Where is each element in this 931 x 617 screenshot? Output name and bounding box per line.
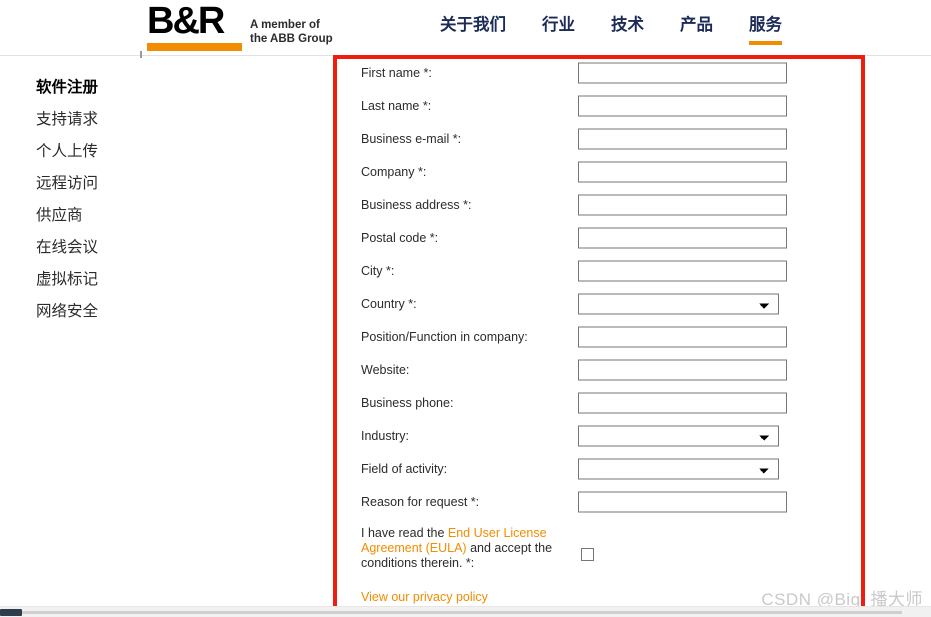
header-tick-mark [140, 51, 142, 58]
logo-orange-bar [147, 43, 242, 51]
scrollbar-thumb[interactable] [0, 609, 22, 616]
nav-item-services[interactable]: 服务 [749, 11, 782, 45]
label-first-name: First name *: [361, 65, 432, 80]
nav-item-technologies-label: 技术 [611, 16, 644, 34]
sidebar-item-remote-access[interactable]: 远程访问 [36, 168, 266, 200]
form-row-company: Company *: [361, 155, 831, 188]
control-business-email [578, 128, 787, 149]
form-row-business-email: Business e-mail *: [361, 122, 831, 155]
sidebar-item-personal-upload[interactable]: 个人上传 [36, 136, 266, 168]
control-field-of-activity [578, 458, 779, 479]
site-header: B&R A member of the ABB Group 关于我们 行业 技术… [0, 0, 931, 55]
postal-code-input[interactable] [578, 227, 787, 248]
country-select[interactable] [578, 293, 779, 314]
logo-tagline-line2: the ABB Group [250, 33, 333, 45]
logo-tagline-line1: A member of [250, 19, 320, 31]
control-company [578, 161, 787, 182]
reason-for-request-input[interactable] [578, 491, 787, 512]
first-name-input[interactable] [578, 62, 787, 83]
nav-item-products-label: 产品 [680, 16, 713, 34]
label-postal-code: Postal code *: [361, 230, 439, 245]
page-root: B&R A member of the ABB Group 关于我们 行业 技术… [0, 0, 931, 617]
control-business-phone [578, 392, 787, 413]
nav-item-about[interactable]: 关于我们 [440, 11, 506, 45]
form-row-business-address: Business address *: [361, 188, 831, 221]
label-field-of-activity: Field of activity: [361, 461, 448, 476]
field-of-activity-select[interactable] [578, 458, 779, 479]
nav-item-services-label: 服务 [749, 16, 782, 34]
control-first-name [578, 62, 787, 83]
sidebar-item-software-registration[interactable]: 软件注册 [36, 72, 266, 104]
software-registration-form: First name *: Last name *: Business e-ma… [361, 56, 831, 617]
nav-item-industries-label: 行业 [542, 16, 575, 34]
form-row-city: City *: [361, 254, 831, 287]
label-business-address: Business address *: [361, 197, 472, 212]
company-input[interactable] [578, 161, 787, 182]
label-website: Website: [361, 362, 410, 377]
label-industry: Industry: [361, 428, 409, 443]
control-postal-code [578, 227, 787, 248]
nav-item-about-label: 关于我们 [440, 16, 506, 34]
label-city: City *: [361, 263, 395, 278]
control-position [578, 326, 787, 347]
form-row-eula: I have read the End User License Agreeme… [361, 524, 831, 580]
main-navigation: 关于我们 行业 技术 产品 服务 [440, 11, 782, 45]
form-row-field-of-activity: Field of activity: [361, 452, 831, 485]
privacy-policy-link[interactable]: View our privacy policy [361, 590, 488, 604]
business-address-input[interactable] [578, 194, 787, 215]
form-row-website: Website: [361, 353, 831, 386]
label-reason-for-request: Reason for request *: [361, 494, 480, 509]
control-industry [578, 425, 779, 446]
eula-checkbox[interactable] [581, 548, 594, 561]
control-last-name [578, 95, 787, 116]
last-name-input[interactable] [578, 95, 787, 116]
form-row-country: Country *: [361, 287, 831, 320]
sidebar-item-supplier[interactable]: 供应商 [36, 200, 266, 232]
label-business-phone: Business phone: [361, 395, 454, 410]
control-business-address [578, 194, 787, 215]
logo-wordmark: B&R [147, 0, 225, 42]
nav-item-industries[interactable]: 行业 [542, 11, 575, 45]
label-country: Country *: [361, 296, 417, 311]
business-phone-input[interactable] [578, 392, 787, 413]
form-row-business-phone: Business phone: [361, 386, 831, 419]
brand-logo[interactable]: B&R [147, 2, 247, 52]
nav-item-products[interactable]: 产品 [680, 11, 713, 45]
sidebar-item-support-request[interactable]: 支持请求 [36, 104, 266, 136]
nav-item-technologies[interactable]: 技术 [611, 11, 644, 45]
sidebar-item-cyber-security[interactable]: 网络安全 [36, 296, 266, 328]
form-row-postal-code: Postal code *: [361, 221, 831, 254]
eula-consent-text: I have read the End User License Agreeme… [361, 526, 566, 571]
position-input[interactable] [578, 326, 787, 347]
form-row-last-name: Last name *: [361, 89, 831, 122]
horizontal-scrollbar[interactable] [0, 606, 931, 617]
form-row-first-name: First name *: [361, 56, 831, 89]
label-company: Company *: [361, 164, 427, 179]
service-sidebar: 软件注册 支持请求 个人上传 远程访问 供应商 在线会议 虚拟标记 网络安全 [36, 72, 266, 328]
sidebar-item-online-meeting[interactable]: 在线会议 [36, 232, 266, 264]
control-reason-for-request [578, 491, 787, 512]
form-row-position: Position/Function in company: [361, 320, 831, 353]
nav-active-underline [749, 41, 782, 45]
label-position: Position/Function in company: [361, 329, 528, 344]
website-input[interactable] [578, 359, 787, 380]
label-business-email: Business e-mail *: [361, 131, 462, 146]
control-website [578, 359, 787, 380]
sidebar-item-virtual-marking[interactable]: 虚拟标记 [36, 264, 266, 296]
industry-select[interactable] [578, 425, 779, 446]
city-input[interactable] [578, 260, 787, 281]
eula-text-before: I have read the [361, 526, 448, 540]
label-last-name: Last name *: [361, 98, 432, 113]
business-email-input[interactable] [578, 128, 787, 149]
form-row-reason-for-request: Reason for request *: [361, 485, 831, 518]
control-country [578, 293, 779, 314]
logo-tagline: A member of the ABB Group [250, 18, 333, 46]
control-city [578, 260, 787, 281]
scrollbar-track[interactable] [22, 611, 902, 614]
form-row-industry: Industry: [361, 419, 831, 452]
